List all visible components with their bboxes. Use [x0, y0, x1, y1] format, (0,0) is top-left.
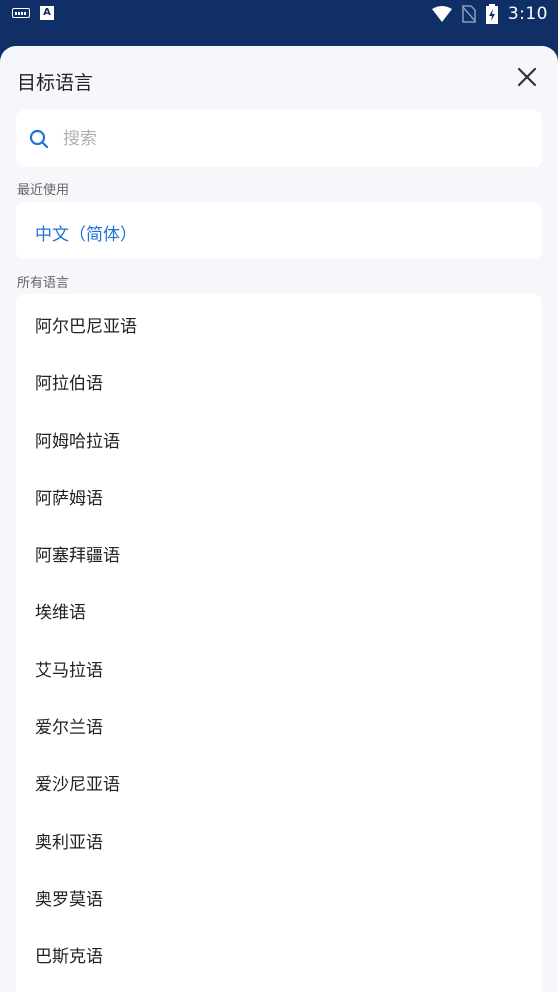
list-item-label: 奥利亚语: [35, 832, 103, 853]
page-title: 目标语言: [17, 72, 94, 94]
list-item-label: 巴斯克语: [35, 947, 103, 968]
list-item-label: 阿尔巴尼亚语: [35, 317, 137, 337]
list-item[interactable]: 奥罗莫语: [16, 867, 542, 924]
no-sim-icon: [461, 5, 476, 23]
status-time: 3:10: [507, 4, 548, 24]
list-item[interactable]: 巴斯克语: [16, 924, 542, 981]
battery-charging-icon: [485, 4, 498, 24]
keyboard-icon: [12, 8, 30, 18]
recent-list: 中文（简体）: [16, 202, 542, 259]
list-item-label: 阿塞拜疆语: [35, 546, 120, 567]
close-icon[interactable]: [516, 66, 538, 88]
list-item-label: 阿萨姆语: [35, 488, 103, 509]
list-item[interactable]: 阿拉伯语: [16, 351, 542, 408]
search-icon: [29, 129, 49, 148]
all-languages-list: 阿尔巴尼亚语 阿拉伯语 阿姆哈拉语 阿萨姆语 阿塞拜疆语 埃维语 艾马拉语 爱尔…: [16, 294, 542, 992]
wifi-icon: [431, 6, 452, 22]
list-item[interactable]: 阿姆哈拉语: [16, 409, 542, 466]
language-picker-sheet: 目标语言 最近使用 中文（简体） 所有语言 阿尔巴尼亚语 阿拉伯语 阿姆哈拉语 …: [0, 46, 558, 992]
list-item-label: 爱沙尼亚语: [35, 775, 120, 796]
list-item[interactable]: 爱沙尼亚语: [16, 752, 542, 809]
status-right: 3:10: [431, 4, 548, 24]
list-item[interactable]: 爱尔兰语: [16, 695, 542, 752]
all-languages-section-label: 所有语言: [17, 276, 70, 291]
list-item[interactable]: 阿萨姆语: [16, 466, 542, 523]
list-item-label: 阿拉伯语: [35, 374, 103, 395]
list-item-label: 爱尔兰语: [35, 718, 103, 739]
list-item-label: 艾马拉语: [35, 660, 103, 681]
status-bar: A 3:10: [0, 0, 558, 30]
list-item-label: 埃维语: [35, 603, 86, 624]
list-item-label: 奥罗莫语: [35, 889, 103, 910]
list-item[interactable]: 艾马拉语: [16, 638, 542, 695]
list-item[interactable]: 阿尔巴尼亚语: [16, 294, 542, 351]
status-left: A: [12, 6, 54, 20]
list-item[interactable]: 奥利亚语: [16, 810, 542, 867]
search-input[interactable]: [61, 127, 505, 150]
list-item-label: 阿姆哈拉语: [35, 431, 120, 452]
list-item[interactable]: 阿塞拜疆语: [16, 523, 542, 580]
recent-section-label: 最近使用: [17, 183, 70, 198]
a-icon: A: [40, 6, 54, 20]
sheet-header: 目标语言: [0, 46, 558, 110]
list-item[interactable]: 埃维语: [16, 580, 542, 637]
search-box[interactable]: [16, 110, 542, 167]
recent-item-chinese-simplified[interactable]: 中文（简体）: [35, 220, 137, 245]
